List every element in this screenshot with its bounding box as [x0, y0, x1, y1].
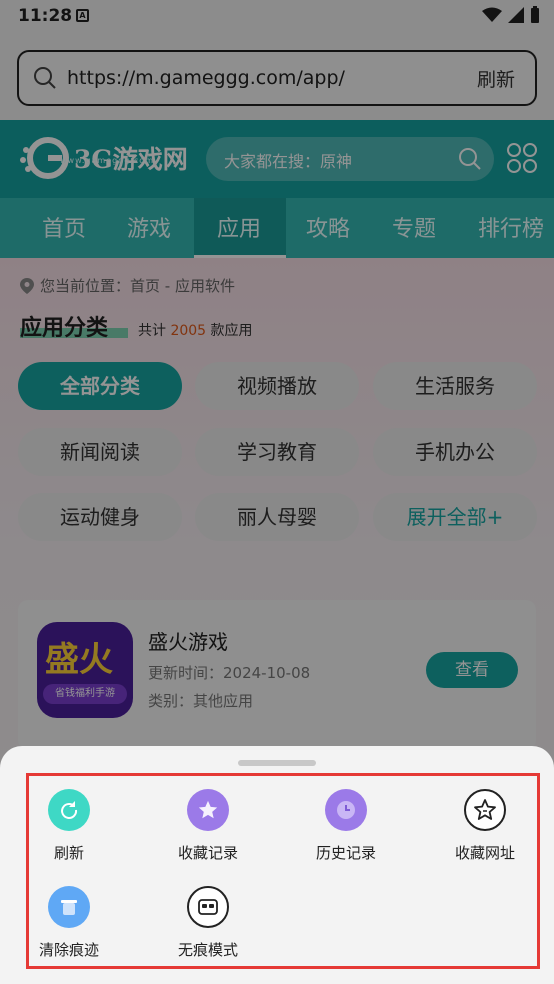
action-label: 历史记录: [315, 844, 376, 862]
refresh-icon: [48, 789, 90, 831]
action-label: 收藏网址: [454, 844, 515, 862]
action-clear-traces[interactable]: 清除痕迹: [9, 886, 129, 966]
action-label: 无痕模式: [177, 941, 238, 959]
star-icon: [187, 789, 229, 831]
drag-handle[interactable]: [238, 760, 316, 766]
star-outline-icon: [464, 789, 506, 831]
action-favorites-record[interactable]: 收藏记录: [148, 789, 268, 869]
incognito-icon: [187, 886, 229, 928]
clock-icon: [325, 789, 367, 831]
bottom-sheet: 刷新 收藏记录 历史记录 收藏网址 清除痕迹 无痕模式: [0, 746, 554, 984]
action-incognito[interactable]: 无痕模式: [148, 886, 268, 966]
action-bookmark-url[interactable]: 收藏网址: [425, 789, 545, 869]
action-history[interactable]: 历史记录: [286, 789, 406, 869]
trash-icon: [48, 886, 90, 928]
action-label: 清除痕迹: [38, 941, 99, 959]
action-label: 刷新: [53, 844, 84, 862]
action-refresh[interactable]: 刷新: [9, 789, 129, 869]
action-label: 收藏记录: [177, 844, 238, 862]
